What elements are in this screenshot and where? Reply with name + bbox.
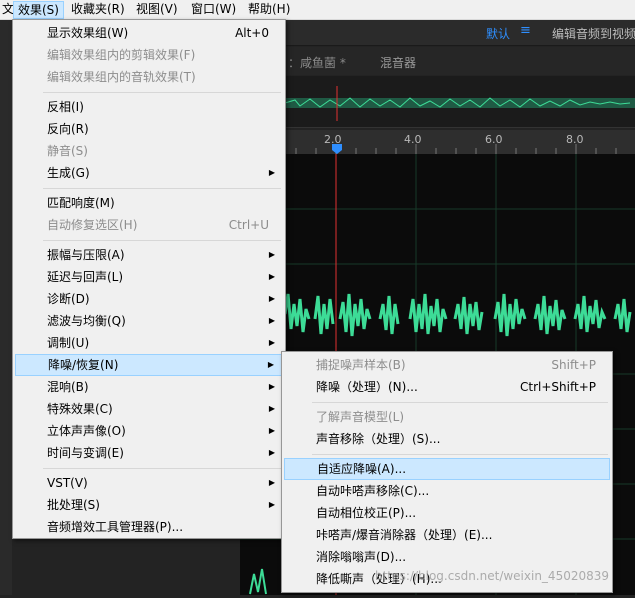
workspace-default[interactable]: 默认 <box>486 25 510 42</box>
editor-tabs: ：咸鱼菌 * 混音器 <box>280 47 635 75</box>
menu-item-reverse[interactable]: 反向(R) <box>15 118 283 140</box>
submenu-arrow-icon: ▶ <box>268 426 275 435</box>
submenu-arrow-icon: ▶ <box>268 294 275 303</box>
submenu-arrow-icon: ▶ <box>268 404 275 413</box>
menu-item-batch[interactable]: 批处理(S) ▶ <box>15 494 283 516</box>
workspace-bar: 默认 ≡ 编辑音频到视频 <box>280 20 635 46</box>
menu-item-edit-track-effects[interactable]: 编辑效果组内的音轨效果(T) <box>15 66 283 88</box>
menu-separator <box>43 240 281 241</box>
left-panel <box>0 20 12 595</box>
tab-editor-file[interactable]: ：咸鱼菌 * <box>288 54 346 71</box>
time-ruler[interactable]: 2.0 4.0 6.0 8.0 <box>280 130 635 154</box>
submenu-arrow-icon: ▶ <box>267 360 274 369</box>
submenu-arrow-icon: ▶ <box>268 272 275 281</box>
submenu-arrow-icon: ▶ <box>268 448 275 457</box>
ruler-marks <box>295 144 617 154</box>
menu-separator <box>312 454 608 455</box>
submenu-item-noise-reduction[interactable]: 降噪（处理）(N)... Ctrl+Shift+P <box>284 376 610 398</box>
submenu-arrow-icon: ▶ <box>268 168 275 177</box>
menu-item-edit-clip-effects[interactable]: 编辑效果组内的剪辑效果(F) <box>15 44 283 66</box>
menu-item-silence[interactable]: 静音(S) <box>15 140 283 162</box>
menu-item-show-effects-rack[interactable]: 显示效果组(W) Alt+0 <box>15 22 283 44</box>
menu-item-invert[interactable]: 反相(I) <box>15 96 283 118</box>
watermark: https://blog.csdn.net/weixin_45020839 <box>375 569 610 583</box>
menu-item-delay-echo[interactable]: 延迟与回声(L) ▶ <box>15 266 283 288</box>
menu-item-filter-eq[interactable]: 滤波与均衡(Q) ▶ <box>15 310 283 332</box>
menu-window[interactable]: 窗口(W) <box>187 1 240 19</box>
menu-separator <box>43 468 281 469</box>
menu-item-time-pitch[interactable]: 时间与变调(E) ▶ <box>15 442 283 464</box>
tab-mixer[interactable]: 混音器 <box>380 54 416 71</box>
menubar: 文件(F) 效果(S) 收藏夹(R) 视图(V) 窗口(W) 帮助(H) <box>0 0 635 20</box>
effects-menu: 显示效果组(W) Alt+0 编辑效果组内的剪辑效果(F) 编辑效果组内的音轨效果… <box>12 19 286 539</box>
menu-item-special[interactable]: 特殊效果(C) ▶ <box>15 398 283 420</box>
menu-separator <box>43 92 281 93</box>
submenu-item-auto-phase-correction[interactable]: 自动相位校正(P)... <box>284 502 610 524</box>
submenu-item-learn-sound-model[interactable]: 了解声音模型(L) <box>284 406 610 428</box>
submenu-item-capture-noise-print[interactable]: 捕捉噪声样本(B) Shift+P <box>284 354 610 376</box>
menu-item-modulation[interactable]: 调制(U) ▶ <box>15 332 283 354</box>
menu-item-generate[interactable]: 生成(G) ▶ <box>15 162 283 184</box>
menu-item-vst[interactable]: VST(V) ▶ <box>15 472 283 494</box>
menu-item-diagnostics[interactable]: 诊断(D) ▶ <box>15 288 283 310</box>
submenu-arrow-icon: ▶ <box>268 250 275 259</box>
submenu-arrow-icon: ▶ <box>268 316 275 325</box>
menu-separator <box>43 188 281 189</box>
menu-help[interactable]: 帮助(H) <box>244 1 294 19</box>
submenu-item-click-pop-eliminator[interactable]: 咔嗒声/爆音消除器（处理）(E)... <box>284 524 610 546</box>
menu-item-auto-heal[interactable]: 自动修复选区(H) Ctrl+U <box>15 214 283 236</box>
menu-item-match-loudness[interactable]: 匹配响度(M) <box>15 192 283 214</box>
submenu-arrow-icon: ▶ <box>268 338 275 347</box>
workspace-edit-audio-to-video[interactable]: 编辑音频到视频 <box>552 25 635 42</box>
hamburger-icon[interactable]: ≡ <box>520 23 531 38</box>
submenu-item-sound-remover[interactable]: 声音移除（处理）(S)... <box>284 428 610 450</box>
menu-item-plugin-manager[interactable]: 音频增效工具管理器(P)... <box>15 516 283 538</box>
playhead-handle-icon <box>332 144 342 154</box>
menu-item-reverb[interactable]: 混响(B) ▶ <box>15 376 283 398</box>
menu-effects[interactable]: 效果(S) <box>13 1 64 19</box>
menu-separator <box>312 402 608 403</box>
submenu-item-auto-click-remover[interactable]: 自动咔嗒声移除(C)... <box>284 480 610 502</box>
submenu-arrow-icon: ▶ <box>268 500 275 509</box>
menu-item-amplitude[interactable]: 振幅与压限(A) ▶ <box>15 244 283 266</box>
submenu-arrow-icon: ▶ <box>268 478 275 487</box>
waveform-overview[interactable] <box>280 76 635 128</box>
menu-view[interactable]: 视图(V) <box>132 1 182 19</box>
noise-reduction-submenu: 捕捉噪声样本(B) Shift+P 降噪（处理）(N)... Ctrl+Shift+… <box>281 351 613 593</box>
menu-favorites[interactable]: 收藏夹(R) <box>67 1 129 19</box>
submenu-arrow-icon: ▶ <box>268 382 275 391</box>
menu-item-noise-reduction[interactable]: 降噪/恢复(N) ▶ <box>15 354 283 376</box>
submenu-item-adaptive-noise-reduction[interactable]: 自适应降噪(A)... <box>284 458 610 480</box>
menu-item-stereo-imagery[interactable]: 立体声声像(O) ▶ <box>15 420 283 442</box>
submenu-item-dehummer[interactable]: 消除嗡嗡声(D)... <box>284 546 610 568</box>
overview-wave <box>280 86 635 121</box>
